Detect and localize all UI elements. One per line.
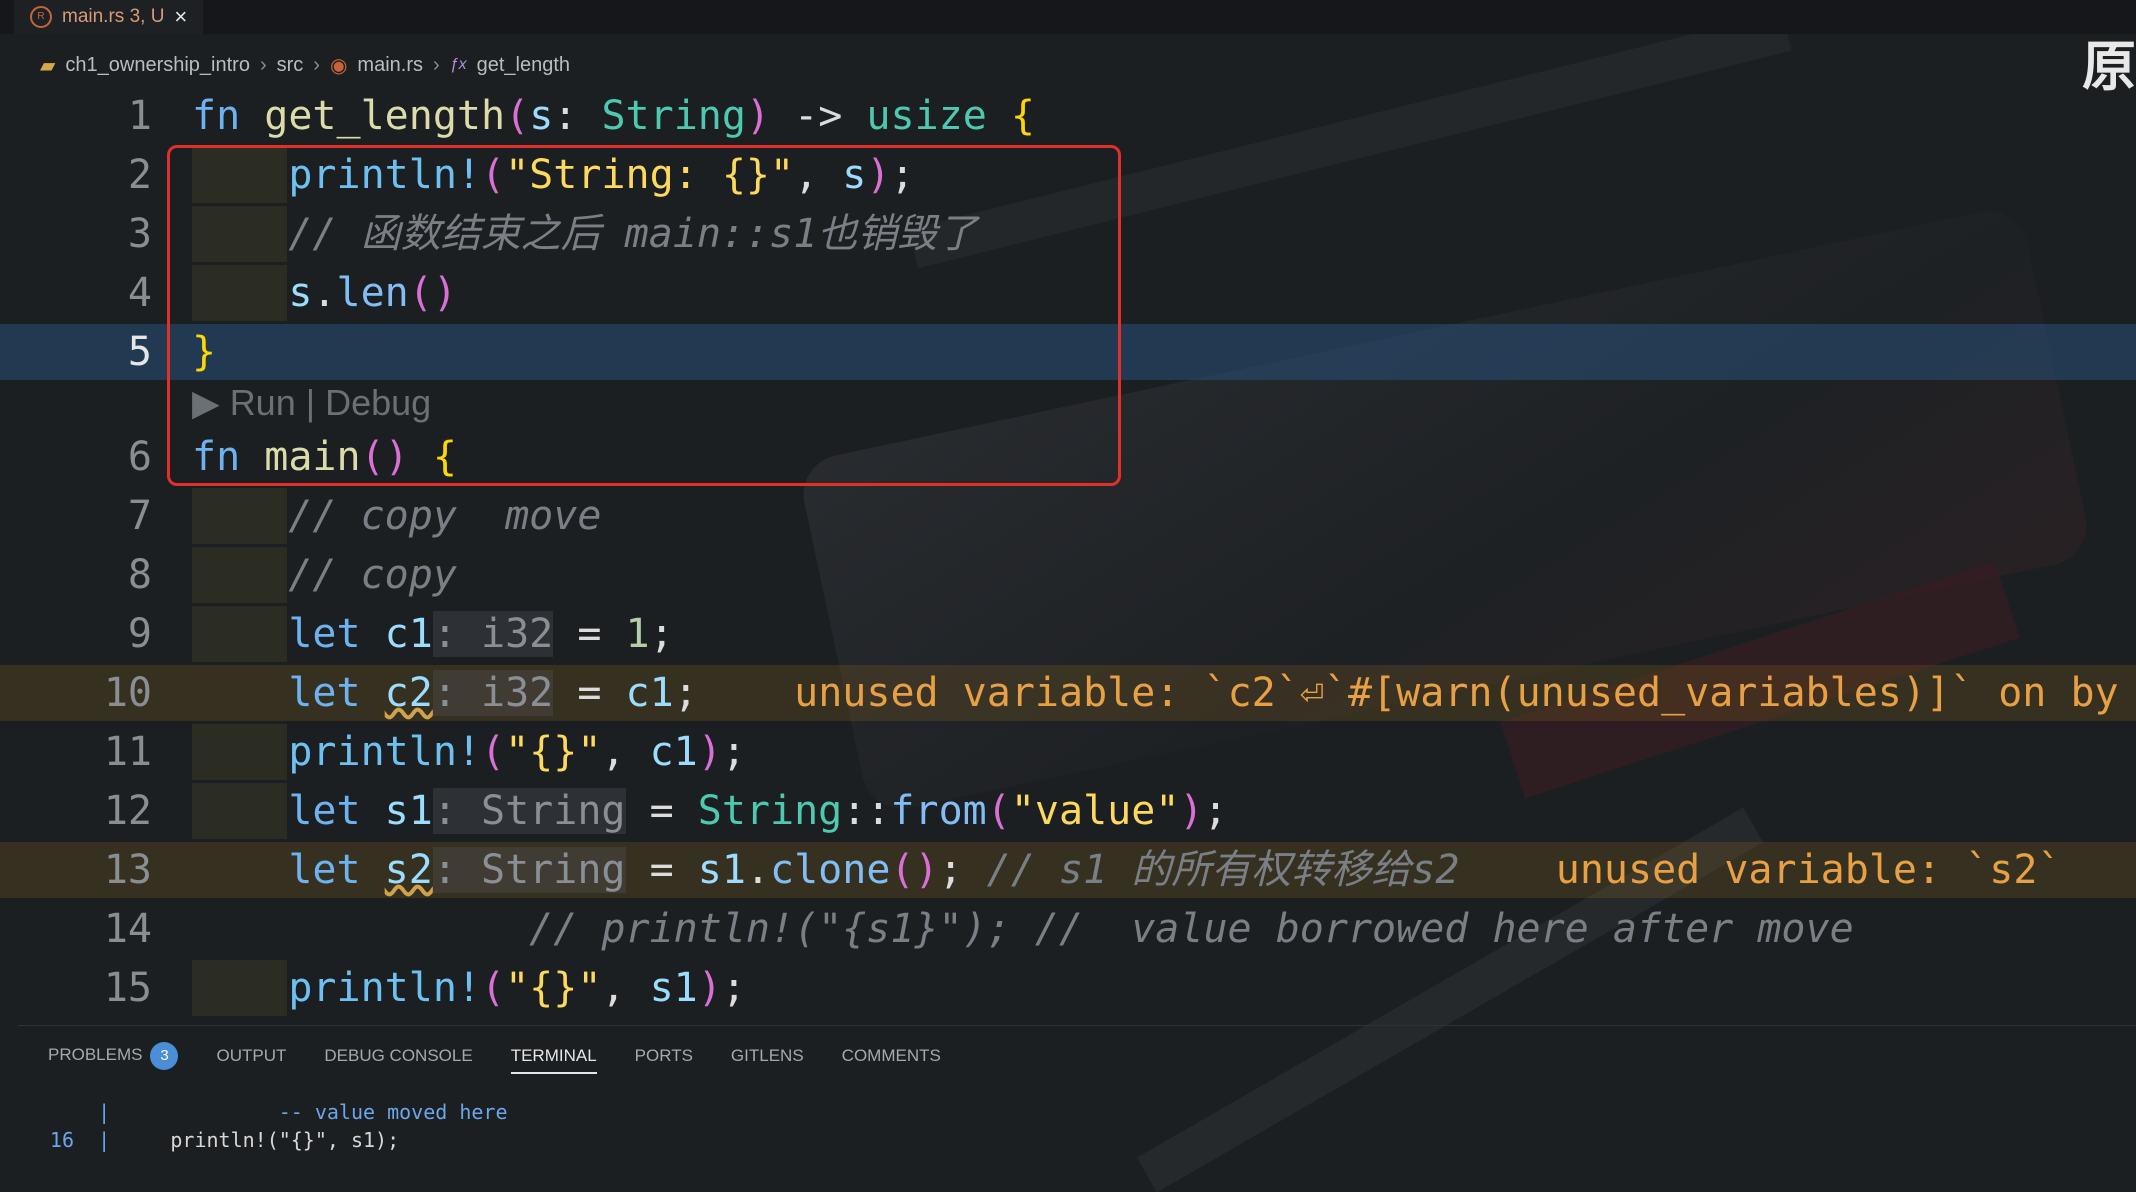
line-number: 14 xyxy=(103,906,152,952)
inline-warning: unused variable: `s2` xyxy=(1555,847,2062,893)
line-number: 2 xyxy=(127,152,152,198)
tab-output[interactable]: OUTPUT xyxy=(216,1046,286,1066)
code-line: 15 println!("{}", s1); xyxy=(0,960,2136,1016)
breadcrumb-project[interactable]: ch1_ownership_intro xyxy=(65,54,250,77)
folder-icon: ▰ xyxy=(40,54,56,77)
tab-problems[interactable]: PROBLEMS 3 xyxy=(48,1042,179,1070)
code-line: 9 let c1: i32 = 1; xyxy=(0,606,2136,662)
inline-warning: unused variable: `c2`⏎`#[warn(unused_var… xyxy=(794,670,2119,716)
warning-line: 13 let s2: String = s1.clone(); // s1 的所… xyxy=(0,842,2136,898)
breadcrumb: ▰ ch1_ownership_intro › src › ◉ main.rs … xyxy=(40,50,570,80)
editor-tab-bar: R main.rs 3, U × xyxy=(0,0,2136,34)
line-number: 10 xyxy=(103,670,152,716)
chevron-right-icon: › xyxy=(259,53,267,76)
panel-tab-bar: PROBLEMS 3 OUTPUT DEBUG CONSOLE TERMINAL … xyxy=(18,1030,2136,1082)
line-number: 7 xyxy=(127,493,152,539)
code-text: // copy move xyxy=(288,493,602,539)
breadcrumb-folder[interactable]: src xyxy=(277,54,304,77)
line-number: 1 xyxy=(127,93,152,139)
annotation-highlight-box xyxy=(167,145,1121,486)
warning-line: 10 let c2: i32 = c1; unused variable: `c… xyxy=(0,665,2136,721)
code-text: println!("{}", s1); xyxy=(288,965,746,1011)
problems-count-badge: 3 xyxy=(150,1042,179,1070)
panel-divider xyxy=(18,1025,2136,1026)
code-text: println!("{}", c1); xyxy=(288,729,746,775)
chevron-right-icon: › xyxy=(313,53,320,76)
terminal-output[interactable]: | -- value moved here 16 | println!("{}"… xyxy=(18,1100,2136,1178)
terminal-line: 16 | println!("{}", s1); xyxy=(49,1128,400,1152)
tab-ports[interactable]: PORTS xyxy=(635,1046,693,1066)
code-text: let s2: String = s1.clone(); // s1 的所有权转… xyxy=(288,847,2062,893)
code-text: // println!("{s1}"); // value borrowed h… xyxy=(529,906,1854,952)
terminal-line: | -- value moved here xyxy=(98,1100,508,1124)
chevron-right-icon: › xyxy=(433,53,440,76)
code-line: 1 fn get_length(s: String) -> usize { xyxy=(0,88,2136,144)
rust-file-icon: ◉ xyxy=(329,54,348,77)
code-text: // copy xyxy=(288,552,457,598)
line-number: 3 xyxy=(127,211,152,257)
rust-file-icon: R xyxy=(30,6,52,28)
code-text: fn get_length(s: String) -> usize { xyxy=(192,93,1036,139)
tab-comments[interactable]: COMMENTS xyxy=(842,1046,941,1066)
code-line: 11 println!("{}", c1); xyxy=(0,724,2136,780)
function-icon: ƒx xyxy=(449,56,467,73)
code-line: 8 // copy xyxy=(0,547,2136,603)
close-icon[interactable]: × xyxy=(174,4,187,30)
code-editor[interactable]: 1 fn get_length(s: String) -> usize { 2 … xyxy=(0,88,2136,1023)
tab-debug-console[interactable]: DEBUG CONSOLE xyxy=(324,1046,472,1066)
line-number: 4 xyxy=(127,270,152,316)
tab-main-rs[interactable]: R main.rs 3, U × xyxy=(14,0,204,34)
breadcrumb-file[interactable]: main.rs xyxy=(357,54,423,77)
code-line: 14 // println!("{s1}"); // value borrowe… xyxy=(0,901,2136,957)
line-number: 15 xyxy=(103,965,152,1011)
tab-gitlens[interactable]: GITLENS xyxy=(731,1046,804,1066)
code-line: 7 // copy move xyxy=(0,488,2136,544)
tab-terminal[interactable]: TERMINAL xyxy=(510,1046,597,1074)
code-line: 12 let s1: String = String::from("value"… xyxy=(0,783,2136,839)
line-number: 5 xyxy=(127,329,152,375)
code-text: let c2: i32 = c1; unused variable: `c2`⏎… xyxy=(288,670,2119,716)
line-number: 6 xyxy=(127,434,152,480)
breadcrumb-symbol[interactable]: get_length xyxy=(477,54,570,77)
code-text: let c1: i32 = 1; xyxy=(288,611,674,657)
code-text: let s1: String = String::from("value"); xyxy=(288,788,1228,834)
line-number: 8 xyxy=(127,552,152,598)
line-number: 13 xyxy=(103,847,152,893)
line-number: 11 xyxy=(103,729,152,775)
line-number: 12 xyxy=(103,788,152,834)
tab-label: main.rs 3, U xyxy=(62,6,165,27)
line-number: 9 xyxy=(127,611,152,657)
